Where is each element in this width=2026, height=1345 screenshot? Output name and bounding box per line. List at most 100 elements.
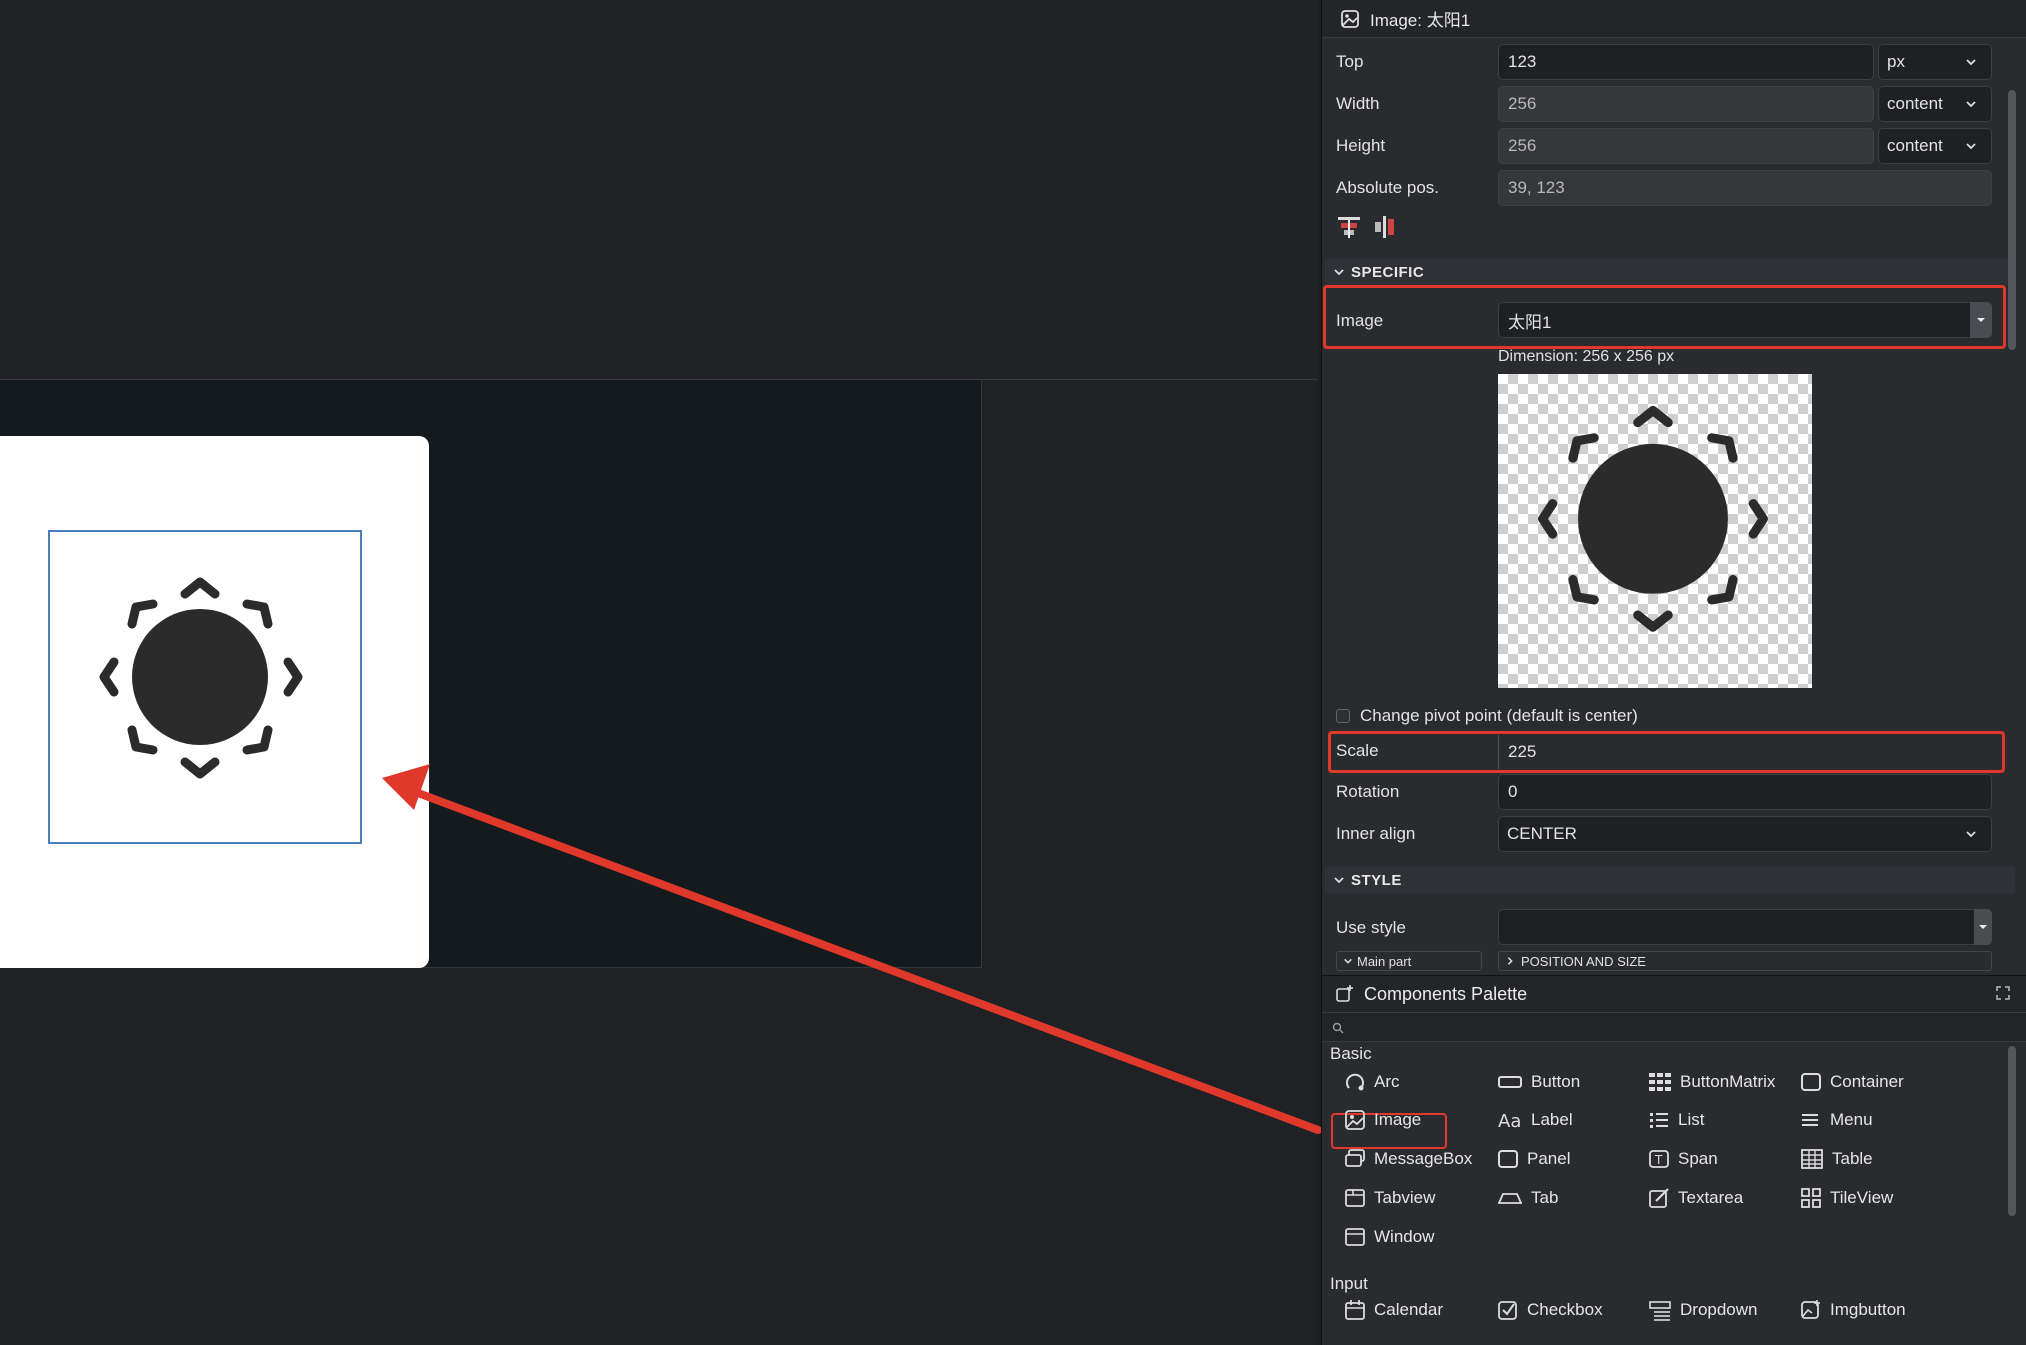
palette-item-label: Dropdown [1680, 1300, 1758, 1319]
palette-item-label: Image [1374, 1110, 1422, 1129]
palette-item-calendar[interactable]: Calendar [1344, 1294, 1443, 1326]
palette-item-menu[interactable]: Menu [1800, 1104, 1873, 1136]
style-section-header[interactable]: STYLE [1325, 866, 2015, 894]
palette-item-label: Table [1832, 1149, 1873, 1168]
palette-item-imgbutton[interactable]: Imgbutton [1800, 1294, 1906, 1326]
caret-down-icon [1977, 318, 1985, 322]
width-unit-select[interactable]: content [1878, 86, 1992, 122]
palette-item-list[interactable]: List [1648, 1104, 1704, 1136]
abs-pos-label: Absolute pos. [1336, 178, 1440, 197]
chevron-down-icon [1334, 877, 1344, 884]
checkbox-icon [1498, 1301, 1517, 1320]
image-icon [1341, 9, 1359, 28]
image-select-value: 太阳1 [1508, 312, 1552, 332]
pivot-option[interactable]: Change pivot point (default is center) [1336, 706, 1638, 726]
properties-title: Image: 太阳1 [1370, 11, 1471, 30]
palette-item-label[interactable]: Aa Label [1497, 1104, 1573, 1136]
palette-item-panel[interactable]: Panel [1497, 1143, 1570, 1175]
palette-title: Components Palette [1364, 983, 1528, 1004]
position-size-group[interactable]: POSITION AND SIZE [1498, 951, 1992, 971]
align-top-icon[interactable] [1336, 214, 1362, 240]
textarea-icon [1649, 1188, 1669, 1208]
palette-item-tileview[interactable]: TileView [1800, 1182, 1893, 1214]
palette-item-label: Tab [1531, 1188, 1559, 1207]
arc-icon [1346, 1073, 1364, 1091]
width-unit-value: content [1887, 94, 1943, 113]
palette-item-checkbox[interactable]: Checkbox [1497, 1294, 1603, 1326]
position-size-label: POSITION AND SIZE [1521, 953, 1646, 969]
image-select[interactable]: 太阳1 [1498, 302, 1992, 338]
height-unit-select[interactable]: content [1878, 128, 1992, 164]
palette-item-buttonmatrix[interactable]: ButtonMatrix [1648, 1066, 1775, 1098]
properties-header: Image: 太阳1 [1322, 0, 2026, 38]
palette-item-span[interactable]: T Span [1648, 1143, 1718, 1175]
properties-panel: Image: 太阳1 Top 123 px Width 256 content … [1321, 0, 2026, 975]
specific-section-header[interactable]: SPECIFIC [1325, 258, 2015, 286]
palette-item-image[interactable]: Image [1344, 1104, 1421, 1136]
chevron-down-icon [1966, 101, 1976, 108]
style-section-title: STYLE [1351, 871, 1402, 889]
palette-item-tab[interactable]: Tab [1497, 1182, 1558, 1214]
palette-item-label: TileView [1830, 1188, 1894, 1207]
height-input[interactable]: 256 [1498, 128, 1874, 164]
palette-item-label: ButtonMatrix [1680, 1072, 1776, 1091]
palette-item-container[interactable]: Container [1800, 1066, 1904, 1098]
main-part-tab[interactable]: Main part [1336, 951, 1482, 971]
input-group-label: Input [1330, 1274, 1368, 1293]
align-horizontal-icon[interactable] [1372, 214, 1398, 240]
width-input[interactable]: 256 [1498, 86, 1874, 122]
image-preview [1498, 374, 1812, 688]
basic-group-label: Basic [1330, 1044, 1372, 1063]
palette-item-messagebox[interactable]: MessageBox [1344, 1143, 1472, 1175]
rotation-input[interactable]: 0 [1498, 774, 1992, 810]
palette-item-label: Calendar [1374, 1300, 1443, 1319]
image-icon [1345, 1110, 1365, 1130]
palette-item-label-text: Label [1531, 1110, 1573, 1129]
specific-section-title: SPECIFIC [1351, 263, 1425, 281]
palette-item-button[interactable]: Button [1497, 1066, 1580, 1098]
top-unit-select[interactable]: px [1878, 44, 1992, 80]
tileview-icon [1801, 1188, 1821, 1208]
chevron-down-icon [1334, 269, 1344, 276]
inner-align-value: CENTER [1507, 824, 1577, 843]
tab-icon [1498, 1193, 1522, 1204]
palette-item-tabview[interactable]: Tabview [1344, 1182, 1435, 1214]
use-style-dropdown-button[interactable] [1974, 909, 1992, 945]
palette-item-textarea[interactable]: Textarea [1648, 1182, 1743, 1214]
palette-item-label: MessageBox [1374, 1149, 1473, 1168]
palette-item-dropdown[interactable]: Dropdown [1648, 1294, 1758, 1326]
rotation-label: Rotation [1336, 782, 1400, 801]
maximize-icon[interactable] [1996, 986, 2010, 1000]
scale-input[interactable]: 225 [1498, 735, 1998, 769]
inner-align-select[interactable]: CENTER [1498, 816, 1992, 852]
app-root: Image: 太阳1 Top 123 px Width 256 content … [0, 0, 2026, 1345]
use-style-select[interactable] [1498, 909, 1992, 945]
add-component-icon [1336, 985, 1353, 1002]
palette-item-label: Button [1531, 1072, 1581, 1091]
messagebox-icon [1345, 1149, 1365, 1167]
palette-item-label: Panel [1527, 1149, 1571, 1168]
palette-item-label: Menu [1830, 1110, 1873, 1129]
palette-item-label: Imgbutton [1830, 1300, 1906, 1319]
palette-item-arc[interactable]: Arc [1344, 1066, 1400, 1098]
properties-scrollbar[interactable] [2008, 90, 2016, 350]
sun-icon [1538, 405, 1768, 632]
button-matrix-icon [1649, 1073, 1671, 1091]
palette-item-table[interactable]: Table [1800, 1143, 1873, 1175]
dimension-text: Dimension: 256 x 256 px [1498, 348, 1675, 365]
palette-scrollbar[interactable] [2008, 1046, 2016, 1216]
palette-item-window[interactable]: Window [1344, 1221, 1434, 1253]
panel-icon [1498, 1150, 1518, 1168]
palette-header: Components Palette [1322, 976, 2026, 1012]
menu-icon [1802, 1114, 1818, 1126]
top-label: Top [1336, 52, 1364, 71]
abs-pos-input: 39, 123 [1498, 170, 1992, 206]
pivot-label: Change pivot point (default is center) [1360, 706, 1638, 725]
top-input[interactable]: 123 [1498, 44, 1874, 80]
inner-align-label: Inner align [1336, 824, 1416, 843]
palette-search-input[interactable] [1322, 1012, 2026, 1042]
image-dropdown-button[interactable] [1970, 302, 1992, 338]
chevron-down-icon [1966, 143, 1976, 150]
pivot-checkbox[interactable] [1336, 709, 1350, 723]
svg-text:Aa: Aa [1498, 1111, 1521, 1131]
